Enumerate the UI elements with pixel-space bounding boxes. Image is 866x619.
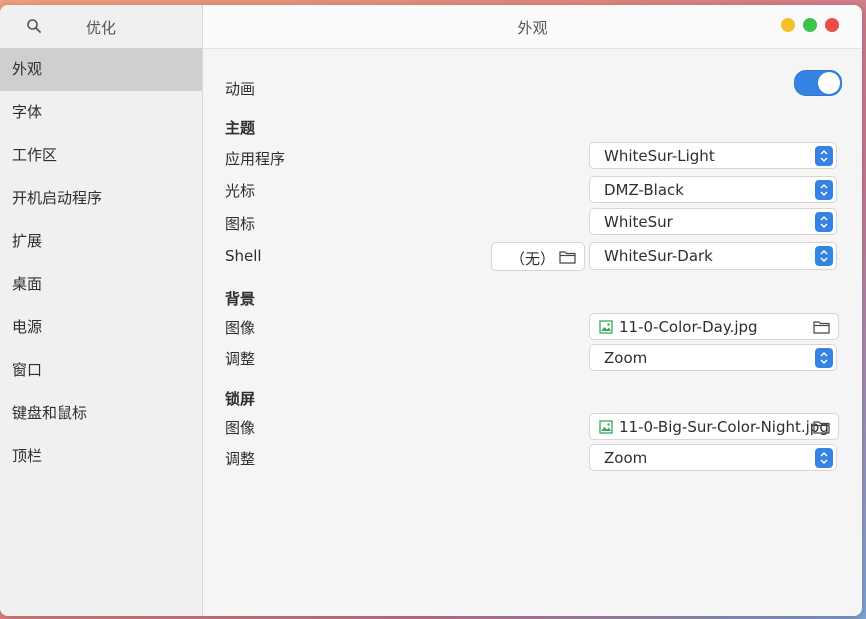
sidebar-item-windows[interactable]: 窗口 (0, 349, 202, 392)
cursor-theme-combo[interactable]: DMZ-Black (589, 176, 837, 203)
combo-arrows-icon (815, 448, 833, 468)
combo-arrows-icon (815, 146, 833, 166)
shell-label: Shell (225, 247, 262, 265)
maximize-button[interactable] (803, 18, 817, 32)
page-title: 外观 (517, 19, 548, 37)
applications-theme-combo[interactable]: WhiteSur-Light (589, 142, 837, 169)
sidebar-item-keyboard-mouse[interactable]: 键盘和鼠标 (0, 392, 202, 435)
sidebar-item-extensions[interactable]: 扩展 (0, 220, 202, 263)
sidebar-item-startup-applications[interactable]: 开机启动程序 (0, 177, 202, 220)
appearance-panel: 动画 主题 应用程序 WhiteSur-Light 光标 DMZ-Black 图… (203, 49, 862, 616)
image-file-icon (599, 320, 613, 334)
combo-value: Zoom (604, 449, 648, 467)
background-section-title: 背景 (225, 290, 256, 308)
lock-screen-image-chooser[interactable]: 11-0-Big-Sur-Color-Night.jpg (589, 413, 839, 440)
combo-arrows-icon (815, 348, 833, 368)
applications-label: 应用程序 (225, 150, 286, 168)
combo-value: WhiteSur-Light (604, 147, 715, 165)
lock-screen-image-filename: 11-0-Big-Sur-Color-Night.jpg (619, 418, 829, 436)
sidebar-list: 外观 字体 工作区 开机启动程序 扩展 桌面 电源 窗口 键盘和鼠标 顶栏 (0, 48, 202, 478)
background-image-label: 图像 (225, 319, 256, 337)
theme-section-title: 主题 (225, 119, 256, 137)
icons-label: 图标 (225, 215, 256, 233)
sidebar-item-fonts[interactable]: 字体 (0, 91, 202, 134)
background-adjustment-label: 调整 (225, 350, 256, 368)
shell-theme-combo[interactable]: WhiteSur-Dark (589, 242, 837, 270)
toggle-knob (818, 72, 840, 94)
sidebar-item-top-bar[interactable]: 顶栏 (0, 435, 202, 478)
sidebar-item-desktop[interactable]: 桌面 (0, 263, 202, 306)
header-bar: 外观 (203, 5, 862, 49)
combo-value: DMZ-Black (604, 181, 684, 199)
animation-toggle[interactable] (794, 70, 842, 96)
minimize-button[interactable] (781, 18, 795, 32)
icons-theme-combo[interactable]: WhiteSur (589, 208, 837, 235)
combo-value: WhiteSur (604, 213, 673, 231)
sidebar: 优化 外观 字体 工作区 开机启动程序 扩展 桌面 电源 窗口 键盘和鼠标 顶栏 (0, 5, 203, 616)
shell-file-button-label: （无） (510, 250, 556, 268)
background-image-chooser[interactable]: 11-0-Color-Day.jpg (589, 313, 839, 340)
combo-arrows-icon (815, 180, 833, 200)
background-adjustment-combo[interactable]: Zoom (589, 344, 837, 371)
lock-screen-adjustment-label: 调整 (225, 450, 256, 468)
lock-screen-adjustment-combo[interactable]: Zoom (589, 444, 837, 471)
background-image-filename: 11-0-Color-Day.jpg (619, 318, 758, 336)
image-file-icon (599, 420, 613, 434)
tweaks-window: 优化 外观 字体 工作区 开机启动程序 扩展 桌面 电源 窗口 键盘和鼠标 顶栏… (0, 5, 862, 616)
sidebar-item-workspaces[interactable]: 工作区 (0, 134, 202, 177)
combo-value: WhiteSur-Dark (604, 247, 713, 265)
shell-file-button[interactable]: （无） (491, 242, 585, 271)
lock-screen-image-label: 图像 (225, 419, 256, 437)
folder-icon (813, 421, 830, 434)
sidebar-item-appearance[interactable]: 外观 (0, 48, 202, 91)
combo-arrows-icon (815, 246, 833, 266)
close-button[interactable] (825, 18, 839, 32)
sidebar-item-power[interactable]: 电源 (0, 306, 202, 349)
cursor-label: 光标 (225, 182, 256, 200)
animation-label: 动画 (225, 80, 256, 98)
combo-value: Zoom (604, 349, 648, 367)
combo-arrows-icon (815, 212, 833, 232)
sidebar-title: 优化 (85, 19, 116, 37)
folder-icon (813, 321, 830, 334)
sidebar-header: 优化 (0, 5, 202, 49)
folder-icon (559, 251, 576, 264)
lock-screen-section-title: 锁屏 (225, 390, 256, 408)
